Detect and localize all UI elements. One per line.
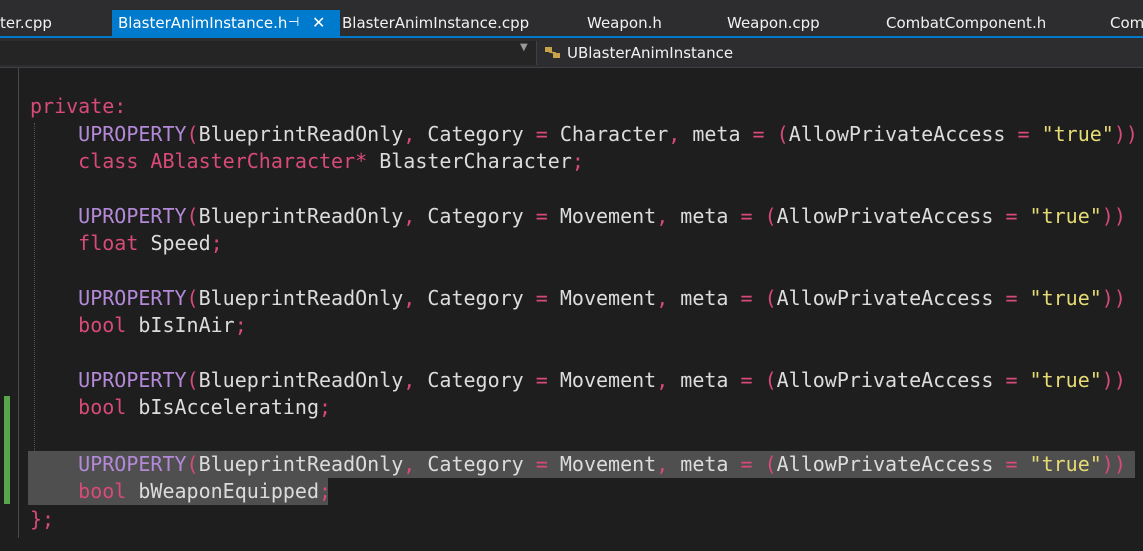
code-line: float Speed;: [78, 231, 223, 255]
code-line: bool bWeaponEquipped;: [78, 479, 332, 503]
code-line: UPROPERTY(BlueprintReadOnly, Category = …: [78, 286, 1126, 310]
code-token: bIsInAir: [138, 313, 235, 337]
code-token: UPROPERTY: [78, 368, 187, 392]
code-line: };: [30, 506, 54, 533]
code-token: Category: [427, 452, 524, 476]
tab-label: BlasterAnimInstance.h: [118, 14, 288, 32]
code-token: bool: [78, 395, 127, 419]
code-token: "true": [1029, 204, 1102, 228]
code-token: BlasterCharacter: [379, 149, 572, 173]
tab-label: Weapon.cpp: [727, 14, 820, 32]
code-token: class ABlasterCharacter*: [78, 149, 368, 173]
code-token: "true": [1029, 452, 1102, 476]
pin-icon[interactable]: ⊣: [288, 10, 299, 36]
code-token: float: [78, 231, 139, 255]
code-token: AllowPrivateAccess: [776, 286, 994, 310]
code-token: BlueprintReadOnly: [198, 286, 404, 310]
code-token: Movement: [559, 452, 657, 476]
code-token: meta: [680, 204, 729, 228]
class-members-icon: [545, 47, 560, 58]
code-token: BlueprintReadOnly: [198, 204, 404, 228]
project-scope-dropdown[interactable]: [0, 41, 537, 65]
code-token: Category: [427, 286, 524, 310]
outline-guide: [18, 68, 19, 538]
code-line: UPROPERTY(BlueprintReadOnly, Category = …: [78, 122, 1138, 146]
code-line: bool bIsInAir;: [78, 313, 247, 337]
code-token: AllowPrivateAccess: [788, 122, 1006, 146]
tab-blasteraniminstance-cpp[interactable]: BlasterAnimInstance.cpp: [342, 10, 529, 36]
code-token: meta: [680, 286, 729, 310]
code-line: UPROPERTY(BlueprintReadOnly, Category = …: [78, 452, 1126, 476]
tab-weapon-cpp[interactable]: Weapon.cpp: [727, 10, 820, 36]
tab-combatcomponent-cpp[interactable]: Com: [1110, 10, 1143, 36]
code-line: private:: [30, 93, 126, 120]
tab-combatcomponent-h[interactable]: CombatComponent.h: [886, 10, 1046, 36]
code-token: private:: [30, 94, 127, 118]
code-token: meta: [680, 368, 729, 392]
tab-label: CombatComponent.h: [886, 14, 1047, 32]
tab-label: Com: [1110, 14, 1143, 32]
code-token: UPROPERTY: [78, 204, 187, 228]
code-token: Category: [427, 122, 524, 146]
code-token: Character: [559, 122, 669, 146]
code-token: meta: [680, 452, 729, 476]
class-scope-dropdown[interactable]: UBlasterAnimInstance: [540, 41, 1143, 65]
code-token: bIsAccelerating: [138, 395, 320, 419]
code-editor[interactable]: private: UPROPERTY(BlueprintReadOnly, Ca…: [0, 68, 1143, 551]
code-token: UPROPERTY: [78, 452, 187, 476]
code-token: UPROPERTY: [78, 122, 187, 146]
code-token: Movement: [559, 368, 657, 392]
code-token: "true": [1041, 122, 1114, 146]
chevron-down-icon[interactable]: ▼: [520, 42, 528, 53]
code-token: "true": [1029, 286, 1102, 310]
code-token: BlueprintReadOnly: [198, 452, 404, 476]
tab-weapon-h[interactable]: Weapon.h: [587, 10, 662, 36]
code-token: };: [30, 507, 55, 531]
tab-label: Weapon.h: [587, 14, 662, 32]
code-token: Category: [427, 204, 524, 228]
code-token: Movement: [559, 204, 657, 228]
tab-blasteraniminstance-h[interactable]: BlasterAnimInstance.h ⊣ ✕: [112, 10, 340, 36]
code-token: meta: [692, 122, 741, 146]
code-token: AllowPrivateAccess: [776, 204, 994, 228]
code-token: AllowPrivateAccess: [776, 452, 994, 476]
code-token: BlueprintReadOnly: [198, 122, 404, 146]
tab-label: BlasterAnimInstance.cpp: [342, 14, 530, 32]
code-token: bool: [78, 479, 127, 503]
code-token: Movement: [559, 286, 657, 310]
code-token: Speed: [150, 231, 211, 255]
code-line: UPROPERTY(BlueprintReadOnly, Category = …: [78, 204, 1126, 228]
code-token: UPROPERTY: [78, 286, 187, 310]
change-marker: [4, 396, 10, 504]
class-scope-label: UBlasterAnimInstance: [567, 44, 734, 62]
code-token: AllowPrivateAccess: [776, 368, 994, 392]
code-line: UPROPERTY(BlueprintReadOnly, Category = …: [78, 368, 1126, 392]
code-line: class ABlasterCharacter* BlasterCharacte…: [78, 149, 584, 173]
close-icon[interactable]: ✕: [312, 10, 325, 36]
tab-label: ter.cpp: [0, 14, 52, 32]
code-line: bool bIsAccelerating;: [78, 395, 332, 419]
code-token: "true": [1029, 368, 1102, 392]
navigation-bar: ▼ UBlasterAnimInstance: [0, 38, 1143, 68]
tab-blastercharacter-cpp[interactable]: ter.cpp: [0, 10, 52, 36]
code-token: bWeaponEquipped: [138, 479, 320, 503]
code-token: bool: [78, 313, 127, 337]
document-tab-bar: ter.cpp BlasterAnimInstance.h ⊣ ✕ Blaste…: [0, 0, 1143, 38]
code-token: Category: [427, 368, 524, 392]
code-token: BlueprintReadOnly: [198, 368, 404, 392]
